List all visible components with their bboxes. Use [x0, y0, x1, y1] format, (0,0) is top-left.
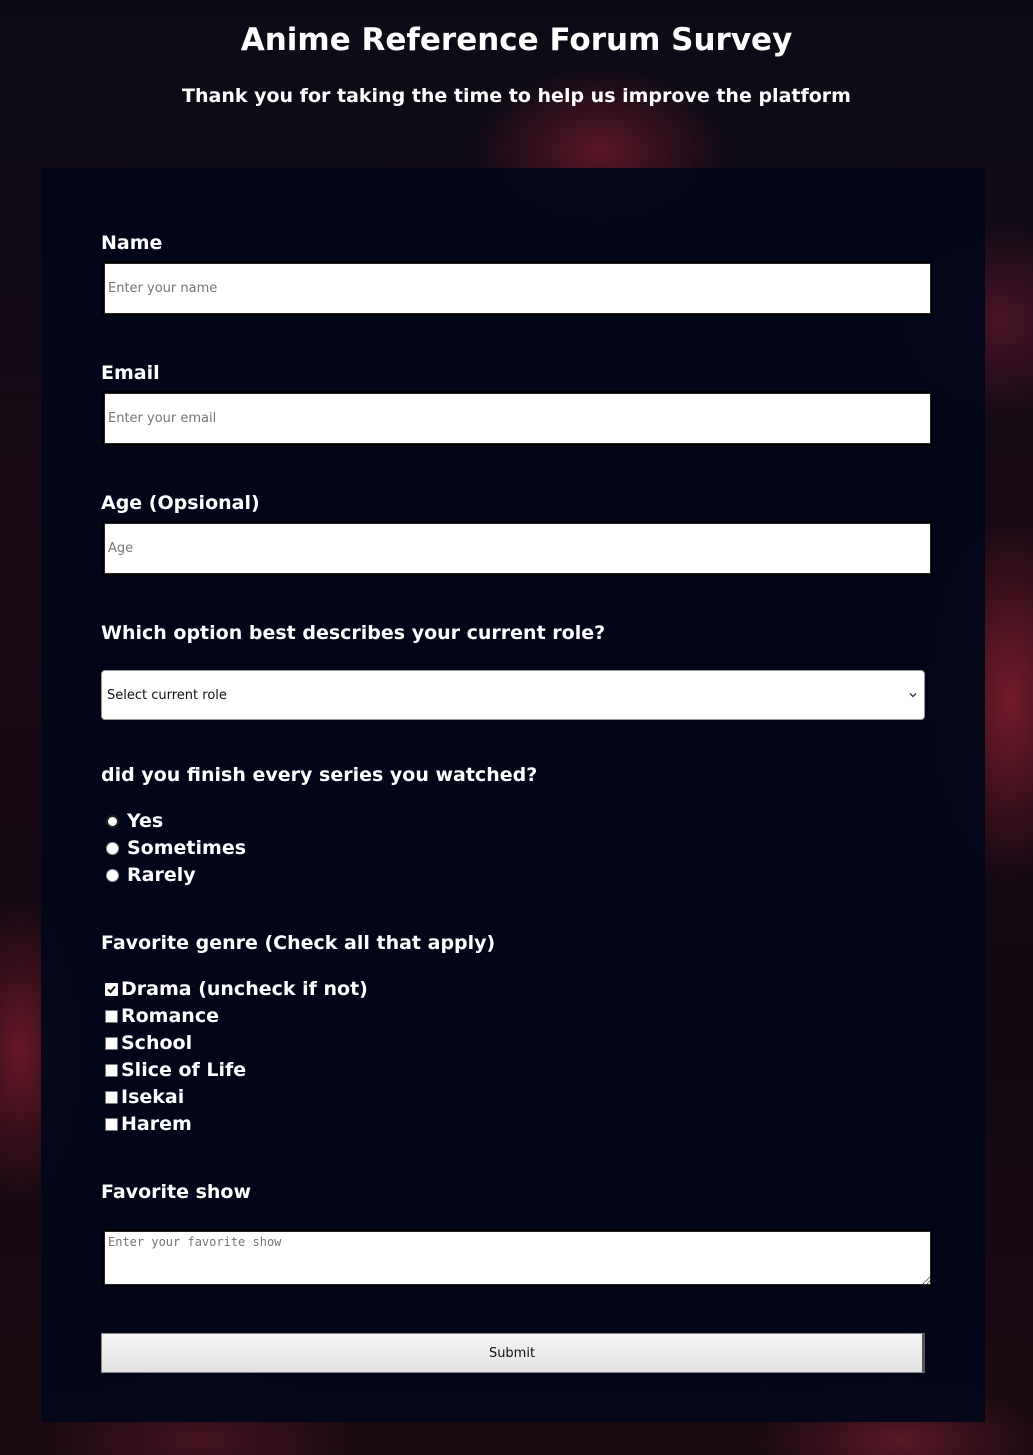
- checkbox-harem[interactable]: [105, 1118, 118, 1131]
- checkbox-option-isekai[interactable]: Isekai: [101, 1084, 368, 1111]
- checkbox-drama[interactable]: [105, 983, 118, 996]
- radio-label-yes: Yes: [127, 810, 164, 832]
- radio-button-rarely[interactable]: [106, 869, 119, 882]
- email-input[interactable]: [102, 391, 933, 446]
- finish-series-radio-group: Yes Sometimes Rarely: [101, 808, 246, 889]
- chevron-down-icon: [909, 693, 917, 698]
- checkmark-icon: [106, 984, 117, 995]
- checkbox-label-slice-of-life: Slice of Life: [121, 1059, 247, 1081]
- page-title: Anime Reference Forum Survey: [240, 22, 793, 58]
- survey-form: Name Email Age (Opsional) Which option b…: [41, 168, 985, 1422]
- checkbox-romance[interactable]: [105, 1010, 118, 1023]
- genre-checkbox-group: Drama (uncheck if not) Romance School Sl…: [101, 976, 368, 1138]
- checkbox-option-slice-of-life[interactable]: Slice of Life: [101, 1057, 368, 1084]
- checkbox-option-school[interactable]: School: [101, 1030, 368, 1057]
- radio-option-yes[interactable]: Yes: [101, 808, 246, 835]
- age-input[interactable]: [102, 521, 933, 576]
- checkbox-label-harem: Harem: [121, 1113, 192, 1135]
- checkbox-option-romance[interactable]: Romance: [101, 1003, 368, 1030]
- role-dropdown[interactable]: Select current role: [101, 670, 925, 720]
- email-label: Email: [101, 362, 160, 384]
- name-label: Name: [101, 232, 163, 254]
- checkbox-option-drama[interactable]: Drama (uncheck if not): [101, 976, 368, 1003]
- checkbox-label-romance: Romance: [121, 1005, 219, 1027]
- radio-option-sometimes[interactable]: Sometimes: [101, 835, 246, 862]
- submit-button[interactable]: Submit: [101, 1333, 925, 1373]
- favorite-show-textarea[interactable]: [102, 1229, 933, 1287]
- page-description: Thank you for taking the time to help us…: [182, 85, 851, 107]
- role-dropdown-value: Select current role: [107, 687, 227, 703]
- radio-button-sometimes[interactable]: [106, 842, 119, 855]
- radio-label-rarely: Rarely: [127, 864, 196, 886]
- genre-label: Favorite genre (Check all that apply): [101, 932, 496, 954]
- radio-label-sometimes: Sometimes: [127, 837, 247, 859]
- finish-series-label: did you finish every series you watched?: [101, 764, 538, 786]
- radio-button-yes[interactable]: [106, 815, 119, 828]
- age-label: Age (Opsional): [101, 492, 260, 514]
- checkbox-slice-of-life[interactable]: [105, 1064, 118, 1077]
- checkbox-label-drama: Drama (uncheck if not): [121, 978, 368, 1000]
- checkbox-label-isekai: Isekai: [121, 1086, 185, 1108]
- checkbox-label-school: School: [121, 1032, 193, 1054]
- checkbox-isekai[interactable]: [105, 1091, 118, 1104]
- favorite-show-label: Favorite show: [101, 1181, 252, 1203]
- name-input[interactable]: [102, 261, 933, 316]
- checkbox-school[interactable]: [105, 1037, 118, 1050]
- radio-option-rarely[interactable]: Rarely: [101, 862, 246, 889]
- role-label: Which option best describes your current…: [101, 622, 606, 644]
- checkbox-option-harem[interactable]: Harem: [101, 1111, 368, 1138]
